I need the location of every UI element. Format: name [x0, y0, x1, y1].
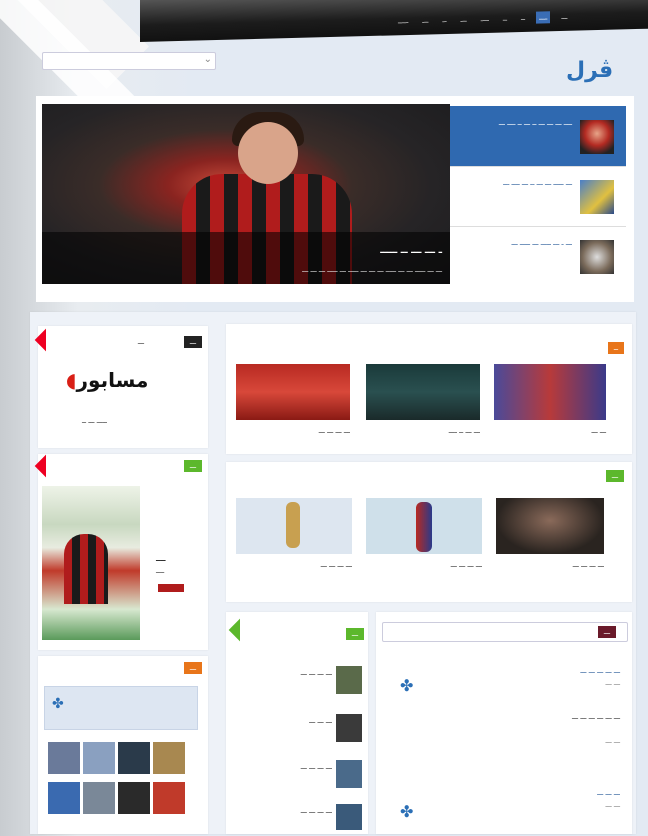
thumbnail[interactable] — [336, 804, 362, 830]
thumbnail[interactable] — [48, 782, 80, 814]
nav-item[interactable]: ــ — [439, 14, 449, 26]
magazine-subtitle: ــــ — [156, 567, 165, 575]
magazine-tab[interactable]: ـــ — [183, 460, 202, 472]
thumbnail[interactable] — [153, 782, 185, 814]
gallery-caption[interactable]: ـــ ـــ ــ ــــ — [366, 426, 480, 436]
article-title[interactable]: ـــ ـــ ـــ ـــ ـــ ـــ — [426, 712, 620, 722]
nav-menu: ـــــ ـــ ــ ـــ ــــ ــ ــ ــــ ـــ — [395, 11, 570, 28]
gallery-image[interactable] — [366, 364, 480, 420]
thumbnail[interactable] — [83, 782, 115, 814]
gallery-panel: ــ ـــ ـــ ـــ ـــ ـــ ـــ ــ ــــ ـــ ـ… — [226, 324, 632, 454]
nav-item[interactable]: ـــ — [558, 11, 570, 23]
top-navbar: ڤو ـــــ ـــ ــ ـــ ــــ ــ ــ ــــ ـــ — [140, 0, 648, 42]
thumbnail[interactable] — [83, 742, 115, 774]
nav-item[interactable]: ـــ — [458, 13, 470, 25]
thumbnail[interactable] — [336, 666, 362, 694]
news-tab[interactable]: ـــ — [345, 628, 364, 640]
thumbnail[interactable] — [153, 742, 185, 774]
sponsor-label: ـــ — [137, 338, 144, 346]
articles-panel: ـــ ✤ ـــ ـــ ـــ ـــ ـــ ـــ ـــ ـــ ــ… — [376, 612, 632, 834]
articles-header — [382, 622, 628, 642]
article-title[interactable]: ـــ ـــ ـــ ـــ ـــ — [436, 666, 620, 676]
article-date: ـــ ـــ — [605, 801, 620, 809]
featured-side-item[interactable]: ـــ ـــــ ـــ ـــ ــ ـــ ــــ ـــ — [450, 166, 626, 227]
news-item[interactable]: ـــ ـــ ـــ ـــ — [232, 762, 332, 772]
thumbnail — [580, 240, 614, 274]
news-item[interactable]: ـــ ـــ ـــ — [232, 716, 332, 726]
side-item-text: ـــ ـــــ ـــ ـــ ــ ـــ ــــ ـــ — [503, 179, 572, 187]
search-input[interactable]: ⌄ — [42, 52, 216, 70]
player-face — [238, 122, 298, 184]
social-banner[interactable] — [44, 686, 198, 730]
thumbnail[interactable] — [336, 760, 362, 788]
gallery-image[interactable] — [494, 364, 606, 420]
gallery-tab[interactable]: ــ — [607, 342, 624, 354]
logo-icon: ✤ — [400, 802, 414, 821]
gallery-image[interactable] — [496, 498, 604, 554]
sponsor-tab[interactable]: ـــ — [183, 336, 202, 348]
gallery-caption[interactable]: ـــ ـــ ـــ ـــ — [496, 560, 604, 570]
news-panel: ـــ ـــ ـــ ـــ ـــ ـــ ـــ ـــ ـــ ـــ … — [226, 612, 368, 834]
gallery-caption[interactable]: ـــ ـــ ـــ ـــ — [236, 426, 350, 436]
slide-caption: ـ ـــ ـــ ــ ـــــ ـــ ـــ ـــــ ـــ ـــ… — [42, 232, 450, 284]
sponsor-caption: ـــــ ـــ ــ — [82, 417, 107, 425]
logo-icon: ✤ — [52, 696, 64, 712]
nav-item[interactable]: ــ — [500, 12, 510, 24]
featured-side-item[interactable]: ــــ ـــ ـــ ـــ ــ ـــ ــ ــــ ـــ — [450, 106, 626, 167]
thumbnail — [580, 120, 614, 154]
side-item-text: ــــ ـــ ـــ ـــ ــ ـــ ــ ــــ ـــ — [498, 119, 572, 127]
thumbnail-grid-row — [48, 782, 185, 814]
nav-item[interactable]: ـــــ — [395, 15, 411, 27]
sponsor-widget: ـــ ـــ ◖مسابور ـــــ ـــ ــ — [34, 326, 208, 448]
featured-slide[interactable]: ـ ـــ ـــ ــ ـــــ ـــ ـــ ـــــ ـــ ـــ… — [42, 104, 450, 284]
article-date: ـــ ـــ — [605, 737, 620, 745]
gallery-panel: ـــ ـــ ـــ ـــ ـــ ـــ ـــ ـــ ـــ ـــ … — [226, 462, 632, 602]
thumbnail[interactable] — [336, 714, 362, 742]
gallery-caption[interactable]: ـــ ـــ — [494, 426, 606, 436]
gallery-caption[interactable]: ـــ ـــ ـــ ـــ — [366, 560, 482, 570]
sponsor-logo[interactable]: ◖مسابور — [66, 368, 148, 392]
player-figure — [286, 502, 300, 548]
featured-side-item[interactable]: ـــ ـ ـــ ـــــ ـــ ـــــ ـــ — [450, 226, 626, 286]
news-item[interactable]: ـــ ـــ ـــ ـــ — [232, 668, 332, 678]
nav-item[interactable]: ـــ — [419, 14, 431, 26]
cover-player — [64, 534, 108, 604]
chevron-down-icon[interactable]: ⌄ — [204, 54, 212, 65]
magazine-button[interactable] — [158, 584, 184, 592]
player-figure — [416, 502, 432, 552]
articles-tab[interactable]: ـــ — [597, 626, 616, 638]
social-tab[interactable]: ـــ — [183, 662, 202, 674]
gallery-caption[interactable]: ـــ ـــ ـــ ـــ — [236, 560, 352, 570]
slide-title[interactable]: ـ ـــ ـــ ــ ـــــ — [380, 245, 442, 256]
thumbnail-grid-row — [48, 742, 185, 774]
nav-item[interactable]: ــ — [518, 12, 528, 24]
corner-ribbon — [228, 618, 252, 642]
nav-item-active[interactable]: ــــ — [536, 11, 551, 24]
gallery-tab[interactable]: ـــ — [605, 470, 624, 482]
thumbnail — [580, 180, 614, 214]
corner-ribbon — [34, 328, 58, 352]
corner-ribbon — [34, 454, 58, 478]
nav-item[interactable]: ــــ — [478, 13, 492, 25]
magazine-widget: ـــ ــــ ــــ — [34, 454, 208, 650]
magazine-title: ــــ — [156, 555, 166, 563]
article-date: ـــ ـــ — [605, 679, 620, 687]
logo-icon: ✤ — [400, 676, 414, 695]
slide-subtitle: ـــ ـــ ـــــ ـــ ـــ ـــــ ـــ ـــ ـــ … — [302, 266, 442, 274]
gallery-image[interactable] — [236, 364, 350, 420]
thumbnail[interactable] — [48, 742, 80, 774]
thumbnail[interactable] — [118, 782, 150, 814]
site-logo[interactable]: ڤرل — [566, 58, 613, 83]
social-widget: ـــ ✤ — [38, 656, 208, 834]
article-title[interactable]: ـــ ـــ ـــ — [436, 788, 620, 798]
side-item-text: ـــ ـ ـــ ـــــ ـــ ـــــ ـــ — [511, 239, 572, 247]
news-item[interactable]: ـــ ـــ ـــ ـــ — [232, 806, 332, 816]
thumbnail[interactable] — [118, 742, 150, 774]
